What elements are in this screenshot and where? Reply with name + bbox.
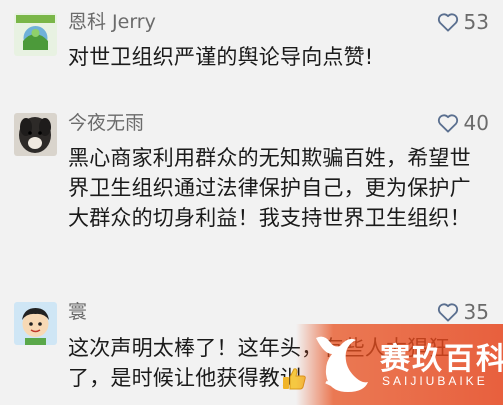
username[interactable]: 今夜无雨 <box>68 112 144 134</box>
like-button[interactable]: 53 <box>437 11 489 33</box>
username[interactable]: 恩科 Jerry <box>68 11 156 33</box>
dog-photo-avatar-icon[interactable] <box>14 113 57 156</box>
heart-icon <box>437 12 459 32</box>
like-count: 40 <box>463 111 489 135</box>
username[interactable]: 寰 <box>68 301 87 323</box>
like-button[interactable]: 40 <box>437 112 489 134</box>
like-count: 35 <box>463 300 489 324</box>
like-count: 53 <box>463 10 489 34</box>
comment-text: 对世卫组织严谨的舆论导向点赞! <box>68 45 374 69</box>
watermark-subtitle: SAIJIUBAIKE <box>382 374 488 388</box>
heart-icon <box>437 302 459 322</box>
cartoon-boy-avatar-icon[interactable] <box>14 302 57 345</box>
comment-list: 恩科 Jerry 53 对世卫组织严谨的舆论导向点赞! 今夜无雨 40 黑心商家… <box>0 0 503 405</box>
whale-logo-icon <box>310 332 372 400</box>
watermark: 赛玖百科 SAIJIUBAIKE <box>296 324 503 405</box>
heart-icon <box>437 113 459 133</box>
watermark-title: 赛玖百科 <box>380 342 503 377</box>
like-button[interactable]: 35 <box>437 301 489 323</box>
green-landscape-avatar-icon[interactable] <box>14 13 57 56</box>
comment-text: 黑心商家利用群众的无知欺骗百姓，希望世界卫生组织通过法律保护自己，更为保护广大群… <box>68 146 471 230</box>
